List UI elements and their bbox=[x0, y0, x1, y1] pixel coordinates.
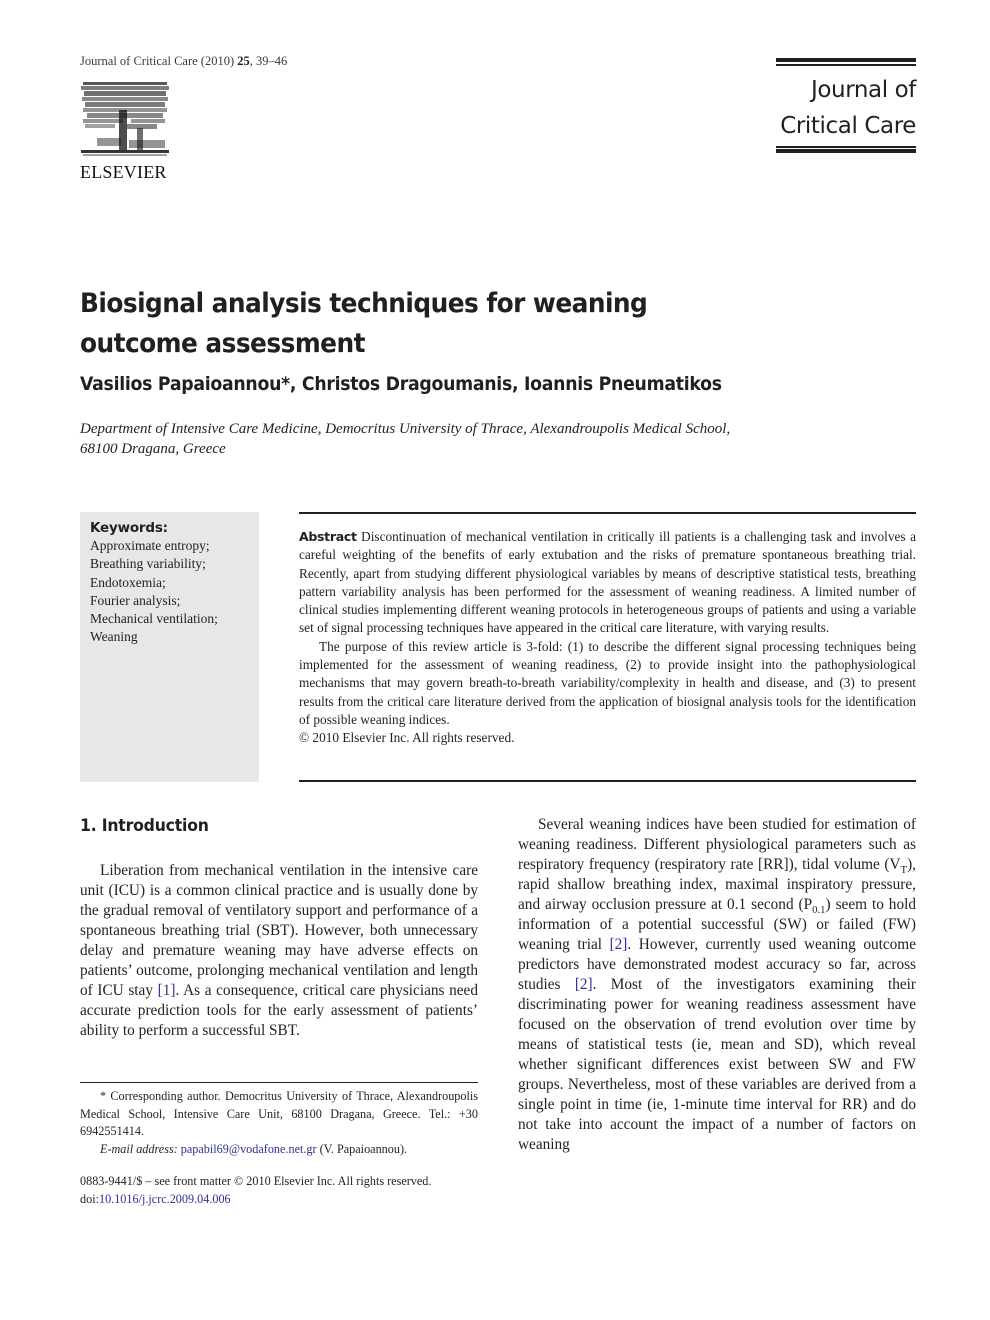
citation-journal: Journal of Critical Care (2010) bbox=[80, 54, 238, 68]
journal-citation: Journal of Critical Care (2010) 25, 39–4… bbox=[80, 54, 287, 69]
author-affiliation: Department of Intensive Care Medicine, D… bbox=[80, 419, 840, 459]
email-label: E-mail address: bbox=[100, 1141, 178, 1156]
corresponding-author-text: * Corresponding author. Democritus Unive… bbox=[80, 1089, 478, 1138]
article-authors: Vasilios Papaioannou*, Christos Dragouma… bbox=[80, 373, 722, 395]
keyword-item: Endotoxemia; bbox=[90, 574, 166, 590]
email-line: E-mail address: papabil69@vodafone.net.g… bbox=[100, 1141, 408, 1156]
journal-masthead: Journal of Critical Care bbox=[776, 58, 916, 154]
citation-pages: , 39–46 bbox=[249, 54, 288, 68]
elsevier-tree-icon bbox=[81, 82, 169, 156]
keyword-item: Weaning bbox=[90, 629, 138, 645]
issn-line: 0883-9441/$ – see front matter © 2010 El… bbox=[80, 1174, 432, 1188]
affiliation-line2: 68100 Dragana, Greece bbox=[80, 441, 226, 457]
masthead-rule-bottom bbox=[776, 149, 916, 153]
abstract-paragraph-1: Abstract Discontinuation of mechanical v… bbox=[299, 529, 916, 636]
keywords-box: Keywords: Approximate entropy; Breathing… bbox=[80, 512, 259, 782]
journal-title-line1: Journal of bbox=[810, 77, 916, 103]
keywords-title: Keywords: bbox=[90, 520, 168, 536]
keyword-item: Breathing variability; bbox=[90, 556, 206, 572]
section-heading-introduction: 1. Introduction bbox=[80, 816, 209, 836]
issn-doi-block: 0883-9441/$ – see front matter © 2010 El… bbox=[80, 1173, 478, 1208]
masthead-rule-top-thin bbox=[776, 64, 916, 66]
journal-title: Journal of Critical Care bbox=[776, 72, 916, 144]
keyword-item: Fourier analysis; bbox=[90, 592, 181, 608]
abstract-paragraph-2: The purpose of this review article is 3-… bbox=[299, 638, 916, 727]
abstract: Abstract Discontinuation of mechanical v… bbox=[299, 528, 916, 748]
keyword-item: Approximate entropy; bbox=[90, 538, 210, 553]
abstract-rule-bottom bbox=[299, 780, 916, 782]
abstract-label: Abstract bbox=[299, 529, 357, 544]
citation-volume: 25 bbox=[237, 54, 250, 68]
body-column-right: Several weaning indices have been studie… bbox=[518, 815, 916, 1155]
doi-link[interactable]: 10.1016/j.jcrc.2009.04.006 bbox=[99, 1192, 231, 1206]
keyword-item: Mechanical ventilation; bbox=[90, 611, 218, 627]
publisher-name: ELSEVIER bbox=[80, 162, 167, 182]
footnote-rule bbox=[80, 1082, 478, 1083]
reference-link-2[interactable]: [2] bbox=[610, 936, 628, 953]
intro-paragraph-1: Liberation from mechanical ventilation i… bbox=[80, 862, 478, 1039]
affiliation-line1: Department of Intensive Care Medicine, D… bbox=[80, 421, 731, 437]
masthead-rule-bottom-thin bbox=[776, 146, 916, 148]
body-column-left: Liberation from mechanical ventilation i… bbox=[80, 861, 478, 1041]
intro-paragraph-2: Several weaning indices have been studie… bbox=[518, 816, 916, 1153]
abstract-copyright: © 2010 Elsevier Inc. All rights reserved… bbox=[299, 730, 515, 746]
email-link[interactable]: papabil69@vodafone.net.gr bbox=[181, 1142, 317, 1156]
journal-title-line2: Critical Care bbox=[780, 113, 916, 139]
abstract-rule-top bbox=[299, 512, 916, 514]
article-title: Biosignal analysis techniques for weanin… bbox=[80, 288, 648, 359]
masthead-rule-top bbox=[776, 58, 916, 62]
reference-link-1[interactable]: [1] bbox=[158, 982, 176, 999]
doi-line: doi:10.1016/j.jcrc.2009.04.006 bbox=[80, 1191, 231, 1206]
reference-link-2[interactable]: [2] bbox=[575, 976, 593, 993]
corresponding-author-footnote: * Corresponding author. Democritus Unive… bbox=[80, 1088, 478, 1158]
